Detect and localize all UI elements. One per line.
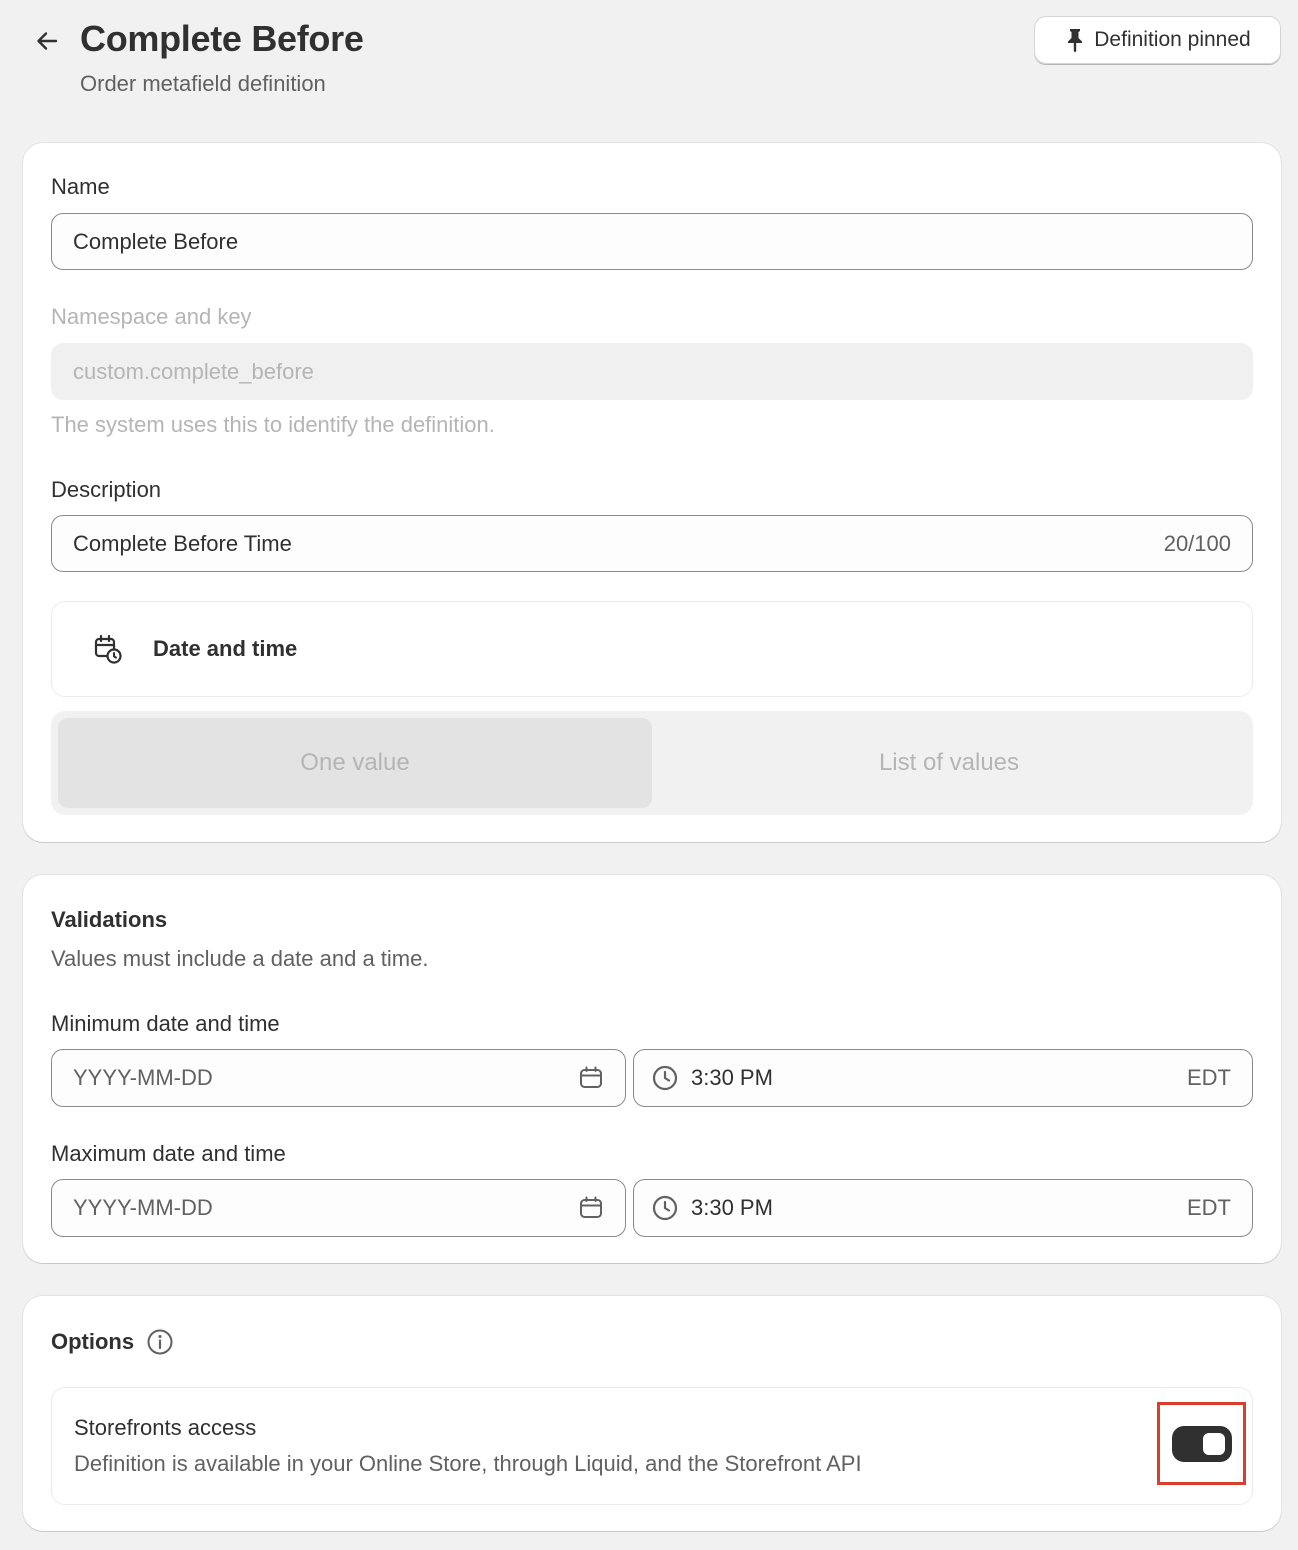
storefronts-access-option: Storefronts access Definition is availab… xyxy=(51,1387,1253,1505)
minimum-date-input[interactable]: YYYY-MM-DD xyxy=(51,1049,626,1107)
description-label: Description xyxy=(51,477,162,502)
info-icon[interactable] xyxy=(146,1328,174,1356)
options-header: Options xyxy=(51,1328,174,1356)
calendar-icon[interactable] xyxy=(578,1195,604,1221)
value-count-segmented-control: One value List of values xyxy=(51,711,1253,815)
name-label: Name xyxy=(51,174,110,199)
pin-button-label: Definition pinned xyxy=(1094,28,1251,51)
minimum-time-input[interactable]: 3:30 PM EDT xyxy=(633,1049,1253,1107)
clock-icon xyxy=(652,1195,678,1221)
back-button[interactable] xyxy=(28,22,66,60)
description-input-value: Complete Before Time xyxy=(73,530,292,556)
namespace-help-text: The system uses this to identify the def… xyxy=(51,412,495,437)
page-header: Complete Before Order metafield definiti… xyxy=(0,0,1298,120)
name-input[interactable]: Complete Before xyxy=(51,213,1253,270)
validations-subtitle: Values must include a date and a time. xyxy=(51,946,429,971)
pin-icon xyxy=(1068,29,1083,53)
minimum-date-placeholder: YYYY-MM-DD xyxy=(73,1065,213,1090)
page-title: Complete Before xyxy=(80,18,364,59)
maximum-date-label: Maximum date and time xyxy=(51,1141,286,1166)
description-input[interactable]: Complete Before Time 20/100 xyxy=(51,515,1253,572)
toggle-knob xyxy=(1203,1433,1225,1455)
maximum-date-placeholder: YYYY-MM-DD xyxy=(73,1195,213,1220)
maximum-time-input[interactable]: 3:30 PM EDT xyxy=(633,1179,1253,1237)
options-title: Options xyxy=(51,1329,135,1354)
calendar-time-icon xyxy=(94,634,122,664)
minimum-time-value: 3:30 PM xyxy=(691,1065,773,1090)
namespace-input: custom.complete_before xyxy=(51,343,1253,400)
definition-pinned-button[interactable]: Definition pinned xyxy=(1034,16,1281,64)
minimum-date-label: Minimum date and time xyxy=(51,1011,280,1036)
validations-card: Validations Values must include a date a… xyxy=(23,875,1281,1263)
one-value-option[interactable]: One value xyxy=(58,718,652,808)
storefronts-access-toggle[interactable] xyxy=(1172,1426,1232,1462)
maximum-date-input[interactable]: YYYY-MM-DD xyxy=(51,1179,626,1237)
name-input-value: Complete Before xyxy=(73,228,239,254)
page-subtitle: Order metafield definition xyxy=(80,71,326,96)
maximum-timezone: EDT xyxy=(1187,1195,1231,1220)
calendar-icon[interactable] xyxy=(578,1065,604,1091)
type-selector[interactable]: Date and time xyxy=(51,601,1253,697)
arrow-left-icon xyxy=(37,32,58,50)
validations-title: Validations xyxy=(51,907,168,932)
namespace-label: Namespace and key xyxy=(51,304,252,329)
clock-icon xyxy=(652,1065,678,1091)
list-of-values-option[interactable]: List of values xyxy=(652,718,1246,808)
definition-card: Name Complete Before Namespace and key c… xyxy=(23,143,1281,842)
maximum-time-value: 3:30 PM xyxy=(691,1195,773,1220)
options-card: Options Storefronts access Definition is… xyxy=(23,1296,1281,1531)
namespace-input-value: custom.complete_before xyxy=(73,358,314,384)
character-count: 20/100 xyxy=(1163,530,1231,556)
type-label: Date and time xyxy=(153,636,298,661)
storefronts-access-title: Storefronts access xyxy=(74,1415,257,1440)
storefronts-access-description: Definition is available in your Online S… xyxy=(74,1451,862,1476)
minimum-timezone: EDT xyxy=(1187,1065,1231,1090)
